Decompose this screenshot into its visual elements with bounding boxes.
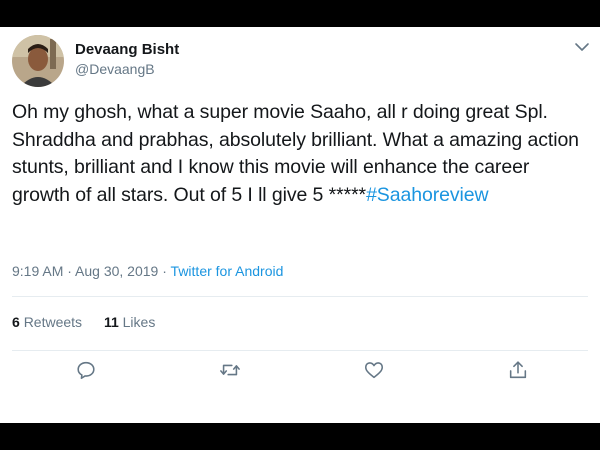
retweets-stat[interactable]: 6 Retweets [12,314,82,330]
tweet-body: Oh my ghosh, what a super movie Saaho, a… [12,101,579,206]
heart-icon [364,362,384,379]
likes-count: 11 [103,314,119,330]
hashtag-link[interactable]: #Saahoreview [366,184,488,206]
avatar-image [12,35,64,87]
user-handle[interactable]: @DevaangB [75,61,155,77]
retweet-icon [220,364,240,376]
avatar[interactable] [12,35,64,87]
reply-icon [77,361,95,380]
like-button[interactable] [363,359,387,383]
tweet-source[interactable]: Twitter for Android [171,263,284,279]
retweet-button[interactable] [219,359,243,383]
share-button[interactable] [507,359,531,383]
likes-stat[interactable]: 11 Likes [104,314,155,330]
meta-separator: · [158,263,171,279]
tweet-meta: 9:19 AM · Aug 30, 2019 · Twitter for And… [12,263,283,279]
tweet-timestamp[interactable]: 9:19 AM · Aug 30, 2019 [12,263,158,279]
divider [12,296,588,297]
reply-button[interactable] [75,359,99,383]
retweets-count: 6 [12,314,20,330]
likes-label: Likes [122,314,156,330]
share-icon [509,361,527,379]
retweets-label: Retweets [23,314,83,330]
chevron-down-icon[interactable] [574,40,590,52]
tweet-text: Oh my ghosh, what a super movie Saaho, a… [12,99,590,209]
tweet-actions [0,359,600,389]
display-name[interactable]: Devaang Bisht [75,41,179,58]
divider [12,350,588,351]
tweet-stats: 6 Retweets 11 Likes [12,314,173,330]
tweet-card: Devaang Bisht @DevaangB Oh my ghosh, wha… [0,27,600,423]
